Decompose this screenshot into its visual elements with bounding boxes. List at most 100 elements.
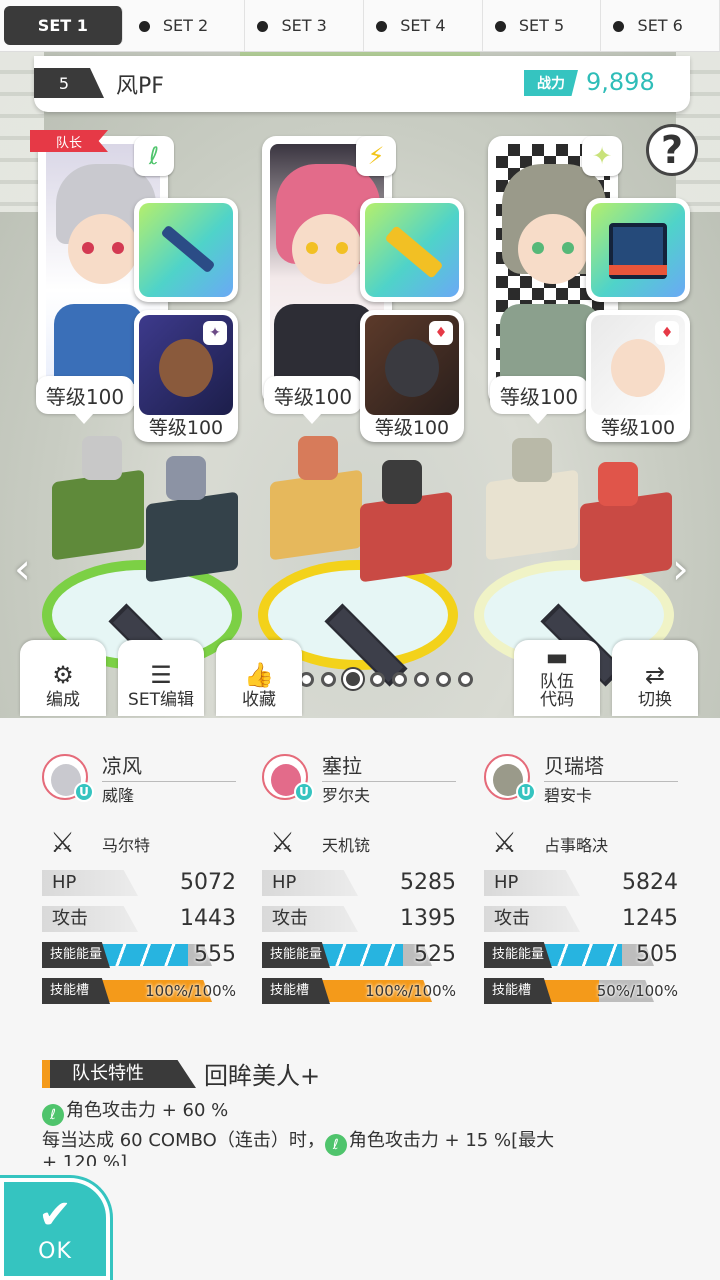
team-scene: 5 风PF 战力 9,898 ? ℓ 队长 ⚡ ✦ 等级100 等级100 等级… bbox=[0, 52, 720, 718]
page-dot[interactable] bbox=[343, 669, 363, 689]
skill-slot-current: 100 bbox=[365, 982, 394, 1000]
weapon-image bbox=[139, 203, 233, 297]
attack-row: 攻击 1245 bbox=[484, 906, 678, 932]
upgrade-badge: U bbox=[294, 782, 314, 802]
attack-row: 攻击 1443 bbox=[42, 906, 236, 932]
attack-value: 1245 bbox=[622, 906, 678, 931]
team-code-button[interactable]: ▬ 队伍 代码 bbox=[514, 640, 600, 716]
character-sprite bbox=[512, 438, 552, 482]
tab-set-3[interactable]: SET 3 bbox=[245, 0, 365, 51]
chevron-right-icon[interactable]: › bbox=[672, 544, 689, 593]
skill-slot-label: 技能槽 bbox=[42, 978, 110, 1004]
team-header[interactable]: 5 风PF 战力 9,898 bbox=[34, 56, 690, 112]
eye-shape bbox=[336, 242, 348, 254]
tab-set-6[interactable]: SET 6 bbox=[601, 0, 720, 51]
book-band bbox=[609, 265, 667, 275]
dot-icon bbox=[494, 21, 506, 32]
tab-set-5[interactable]: SET 5 bbox=[483, 0, 602, 51]
weapon-slot-2[interactable] bbox=[360, 198, 464, 302]
weapon-image bbox=[365, 203, 459, 297]
skill-slot-label: 技能槽 bbox=[262, 978, 330, 1004]
page-dot[interactable] bbox=[392, 671, 407, 687]
level-bubble: 等级100 bbox=[490, 376, 588, 424]
page-dot[interactable] bbox=[458, 671, 473, 687]
hp-value: 5824 bbox=[622, 870, 678, 895]
skill-slot-value: 50%/100% bbox=[596, 982, 678, 1000]
team-number: 5 bbox=[34, 68, 104, 98]
tab-label: SET 5 bbox=[518, 16, 565, 35]
page-dot[interactable] bbox=[370, 671, 385, 687]
support-slot-3[interactable]: ♦ 等级100 bbox=[586, 310, 690, 442]
support-slot-1[interactable]: ✦ 等级100 bbox=[134, 310, 238, 442]
tab-set-2[interactable]: SET 2 bbox=[127, 0, 246, 51]
terrain-block bbox=[360, 491, 452, 583]
support-portrait: ♦ bbox=[365, 315, 459, 415]
skill-slot-max: 100 bbox=[413, 982, 442, 1000]
skill-energy-fill bbox=[322, 944, 404, 966]
leader-skill-line-1: ℓ 角色攻击力 + 60 % bbox=[42, 1096, 228, 1126]
power-label: 战力 bbox=[524, 70, 578, 96]
weapon-slot-3[interactable] bbox=[586, 198, 690, 302]
weapon-image bbox=[591, 203, 685, 297]
switch-button[interactable]: ⇄ 切换 bbox=[612, 640, 698, 716]
tab-set-1[interactable]: SET 1 bbox=[4, 6, 123, 45]
skill-slot-row: 技能槽 100%/100% bbox=[262, 978, 456, 1004]
dot-icon bbox=[138, 21, 150, 32]
hp-row: HP 5824 bbox=[484, 870, 678, 896]
set-edit-label: SET编辑 bbox=[128, 690, 194, 711]
page-dot[interactable] bbox=[414, 671, 429, 687]
chevron-left-icon[interactable]: ‹ bbox=[14, 544, 31, 593]
fire-element-icon: ♦ bbox=[655, 321, 679, 345]
favorite-button[interactable]: 👍 收藏 bbox=[216, 640, 302, 716]
weapon-name: 马尔特 bbox=[102, 836, 151, 855]
attack-label: 攻击 bbox=[262, 906, 358, 932]
skill-slot-row: 技能槽 100%/100% bbox=[42, 978, 236, 1004]
weapon-name: 占事略决 bbox=[544, 836, 609, 855]
level-bubble: 等级100 bbox=[36, 376, 134, 424]
skill-slot-current: 100 bbox=[145, 982, 174, 1000]
ok-button[interactable]: ✔ OK bbox=[0, 1178, 110, 1280]
face-shape bbox=[68, 214, 138, 284]
tab-label: SET 2 bbox=[162, 16, 209, 35]
hp-row: HP 5285 bbox=[262, 870, 456, 896]
weapon-icon: ⚔ bbox=[492, 826, 518, 859]
favorite-label: 收藏 bbox=[242, 690, 276, 711]
face-shape bbox=[611, 339, 665, 397]
tab-set-4[interactable]: SET 4 bbox=[364, 0, 483, 51]
hp-value: 5285 bbox=[400, 870, 456, 895]
help-button[interactable]: ? bbox=[646, 124, 698, 176]
leader-skill-text: 角色攻击力 + 60 % bbox=[66, 1100, 229, 1121]
tab-label: SET 4 bbox=[400, 16, 446, 35]
set-edit-button[interactable]: ☰ SET编辑 bbox=[118, 640, 204, 716]
eye-shape bbox=[532, 242, 544, 254]
wind-icon: ℓ bbox=[134, 136, 174, 176]
dot-icon bbox=[376, 21, 388, 32]
hp-label: HP bbox=[484, 870, 580, 896]
weapon-slot-1[interactable] bbox=[134, 198, 238, 302]
page-dot[interactable] bbox=[321, 671, 336, 687]
formation-button[interactable]: ⚙ 编成 bbox=[20, 640, 106, 716]
skill-slot-row: 技能槽 50%/100% bbox=[484, 978, 678, 1004]
upgrade-badge: U bbox=[74, 782, 94, 802]
skill-energy-value: 555 bbox=[194, 942, 236, 967]
attack-value: 1395 bbox=[400, 906, 456, 931]
terrain-block bbox=[486, 469, 578, 561]
hp-row: HP 5072 bbox=[42, 870, 236, 896]
terrain-block bbox=[52, 469, 144, 561]
page-dot[interactable] bbox=[436, 671, 451, 687]
hp-value: 5072 bbox=[180, 870, 236, 895]
set-tabs: SET 1 SET 2 SET 3 SET 4 SET 5 SET 6 bbox=[0, 0, 720, 52]
support-name: 罗尔夫 bbox=[322, 786, 371, 805]
support-name: 碧安卡 bbox=[544, 786, 593, 805]
terrain-block bbox=[270, 469, 362, 561]
support-slot-2[interactable]: ♦ 等级100 bbox=[360, 310, 464, 442]
skill-energy-value: 505 bbox=[636, 942, 678, 967]
skill-slot-value: 100%/100% bbox=[145, 982, 236, 1000]
skill-energy-fill bbox=[102, 944, 188, 966]
eye-shape bbox=[562, 242, 574, 254]
skill-energy-label: 技能能量 bbox=[484, 942, 552, 968]
outfit-shape bbox=[54, 304, 144, 384]
dot-icon bbox=[613, 21, 625, 32]
team-name[interactable]: 风PF bbox=[116, 68, 164, 100]
checkmark-icon: ✔ bbox=[38, 1191, 72, 1238]
